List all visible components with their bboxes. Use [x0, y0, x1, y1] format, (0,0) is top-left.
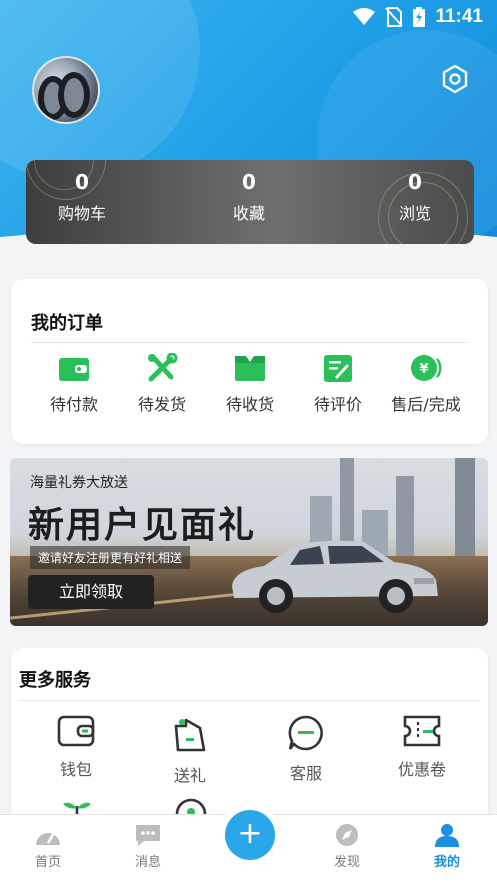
divider	[19, 700, 479, 701]
coupon-icon	[403, 715, 441, 747]
tab-label: 首页	[34, 855, 61, 870]
promo-banner[interactable]: 海量礼券大放送 新用户见面礼 邀请好友注册更有好礼相送 立即领取	[10, 458, 488, 626]
order-pending-receipt[interactable]: 待收货	[205, 353, 295, 415]
stat-label: 收藏	[232, 204, 265, 223]
package-icon	[235, 356, 265, 381]
status-time: 11:41	[435, 6, 483, 27]
service-label: 客服	[289, 764, 322, 783]
message-icon	[136, 825, 160, 846]
tab-profile[interactable]: 我的	[407, 823, 487, 870]
service-label: 钱包	[59, 760, 92, 779]
compass-icon	[336, 824, 358, 846]
tab-label: 消息	[134, 855, 161, 870]
battery-charging-icon	[413, 7, 426, 27]
order-pending-payment[interactable]: 待付款	[29, 353, 119, 415]
service-coupon[interactable]: 优惠卷	[377, 714, 467, 780]
city-skyline	[455, 458, 475, 566]
services-title: 更多服务	[19, 670, 91, 691]
user-icon	[435, 824, 459, 847]
service-gift[interactable]: 送礼	[145, 714, 235, 786]
banner-small-text: 海量礼券大放送	[30, 475, 128, 491]
tab-label: 我的	[433, 855, 460, 870]
avatar[interactable]	[32, 56, 100, 124]
banner-headline: 新用户见面礼	[28, 504, 257, 546]
review-icon	[324, 355, 352, 382]
no-sim-icon	[385, 7, 404, 27]
order-pending-review[interactable]: 待评价	[293, 353, 383, 415]
tab-messages[interactable]: 消息	[108, 823, 188, 870]
chat-icon	[288, 715, 323, 751]
divider	[31, 342, 468, 343]
order-label: 售后/完成	[391, 395, 461, 414]
stat-cart[interactable]: 0 购物车	[26, 170, 142, 224]
banner-subtext: 邀请好友注册更有好礼相送	[30, 546, 191, 569]
order-label: 待评价	[313, 395, 362, 414]
avatar-tire	[58, 72, 90, 118]
order-label: 待付款	[49, 395, 98, 414]
add-button[interactable]: +	[225, 810, 275, 860]
wallet-icon	[59, 358, 89, 381]
wifi-icon	[353, 8, 376, 25]
tab-home[interactable]: 首页	[8, 823, 88, 870]
tab-discover[interactable]: 发现	[307, 823, 387, 870]
order-pending-shipment[interactable]: 待发货	[117, 353, 207, 415]
service-label: 优惠卷	[397, 760, 446, 779]
stat-favorites[interactable]: 0 收藏	[189, 170, 309, 224]
service-label: 送礼	[173, 766, 206, 785]
service-support[interactable]: 客服	[261, 714, 351, 784]
order-label: 待收货	[225, 395, 274, 414]
stat-history[interactable]: 0 浏览	[355, 170, 474, 224]
stat-label: 购物车	[57, 204, 106, 223]
service-wallet[interactable]: 钱包	[31, 714, 121, 780]
wallet-outline-icon	[57, 715, 95, 747]
gift-tag-icon	[174, 718, 206, 752]
svg-text:¥: ¥	[419, 362, 428, 377]
tab-label: 发现	[333, 855, 360, 870]
stat-value: 0	[75, 170, 89, 194]
refund-icon: ¥	[411, 355, 442, 381]
stat-value: 0	[408, 170, 422, 194]
orders-title: 我的订单	[31, 313, 103, 334]
orders-card: 我的订单 待付款 待发货 待收货 待评价 ¥ 售后/完成	[11, 279, 488, 444]
car-image	[232, 540, 438, 613]
settings-icon[interactable]	[440, 64, 470, 94]
order-after-sales[interactable]: ¥ 售后/完成	[381, 353, 471, 415]
claim-button[interactable]: 立即领取	[28, 575, 154, 609]
stat-label: 浏览	[398, 204, 431, 223]
tools-icon	[148, 353, 178, 382]
speedometer-icon	[36, 832, 60, 845]
stat-value: 0	[242, 170, 256, 194]
order-label: 待发货	[137, 395, 186, 414]
status-bar: 11:41	[0, 0, 497, 36]
stats-card: 0 购物车 0 收藏 0 浏览	[26, 160, 474, 244]
